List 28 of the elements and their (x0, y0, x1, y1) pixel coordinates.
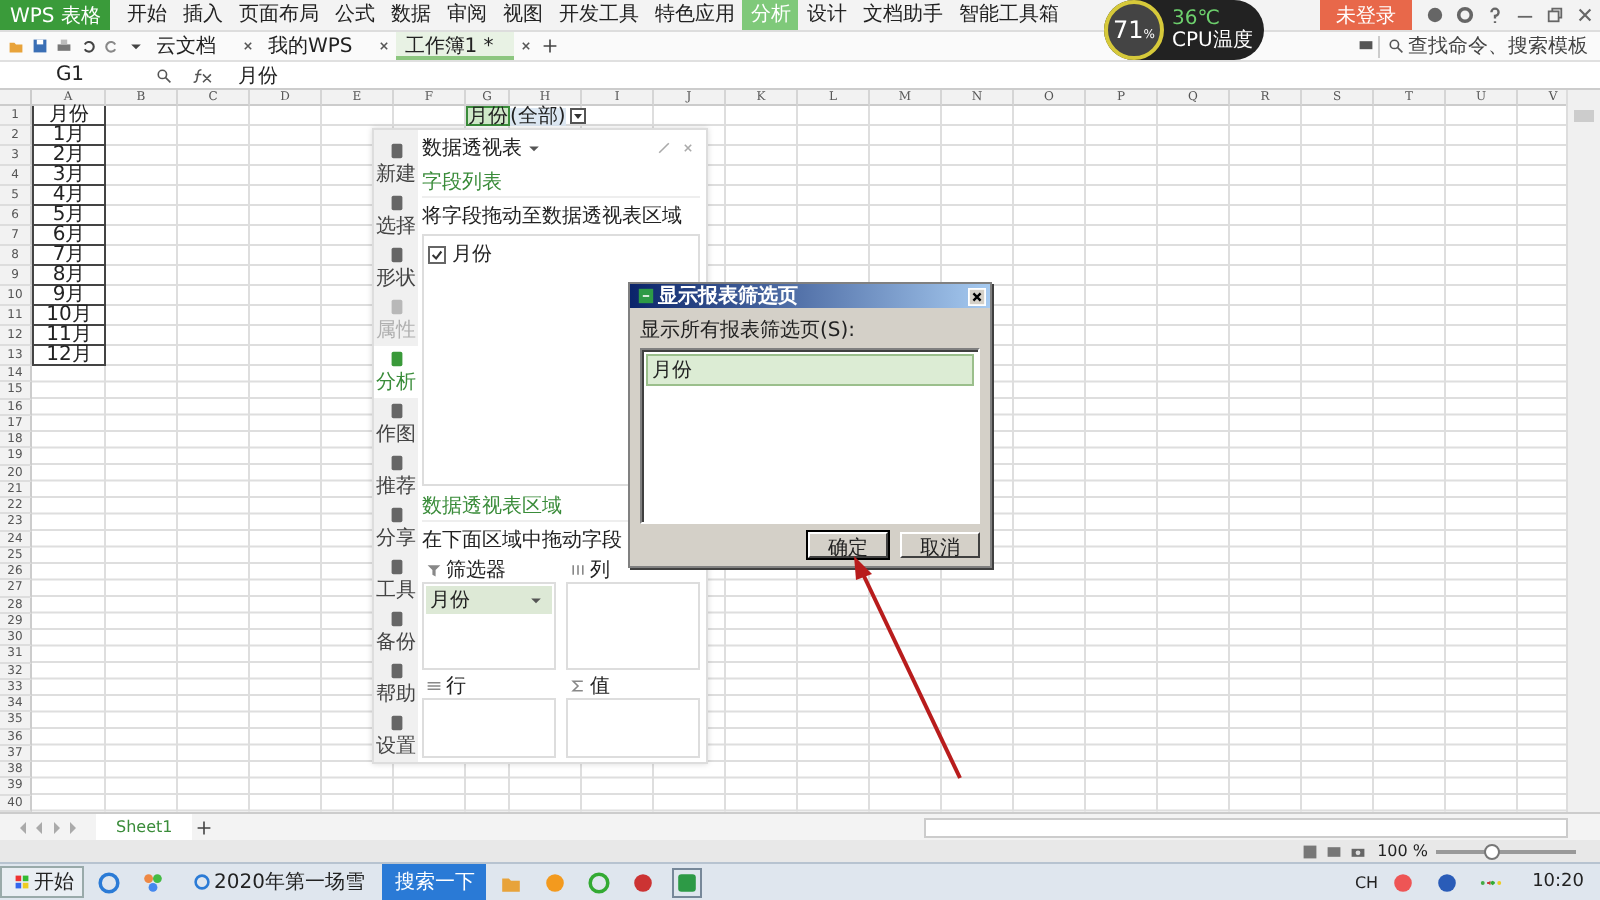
table-cell: 12月 (32, 346, 106, 366)
section-heading: 字段列表 (422, 168, 700, 198)
area-label: 行 (446, 674, 466, 700)
zoom-level: 100 % (1377, 842, 1428, 860)
cpu-label: CPU温度 (1172, 30, 1253, 52)
table-cell: 月份 (466, 106, 510, 126)
field-list-hint: 将字段拖动至数据透视表区域 (422, 203, 684, 230)
area-label: 列 (590, 558, 610, 584)
cpu-temperature: 36℃ (1172, 8, 1222, 30)
list-label: 显示所有报表筛选页(S): (640, 317, 858, 344)
area-label: 筛选器 (446, 557, 506, 584)
cpu-usage: 71 (1113, 16, 1144, 44)
table-cell: 2月 (32, 146, 106, 166)
areas-hint: 在下面区域中拖动字段 (422, 527, 624, 554)
table-cell: 7月 (32, 246, 106, 266)
table-cell: 8月 (32, 266, 106, 286)
table-cell: (全部) (510, 107, 566, 125)
table-cell: 9月 (32, 286, 106, 306)
table-cell: 3月 (32, 166, 106, 186)
table-cell: 月份 (32, 106, 106, 126)
table-cell: 4月 (32, 186, 106, 206)
area-label: 值 (590, 674, 610, 700)
table-cell: 6月 (32, 226, 106, 246)
table-cell: 1月 (32, 126, 106, 146)
table-cell: 5月 (32, 206, 106, 226)
dialog-title: 显示报表筛选页 (658, 283, 798, 310)
table-cell: 11月 (32, 326, 106, 346)
table-cell: 10月 (32, 306, 106, 326)
